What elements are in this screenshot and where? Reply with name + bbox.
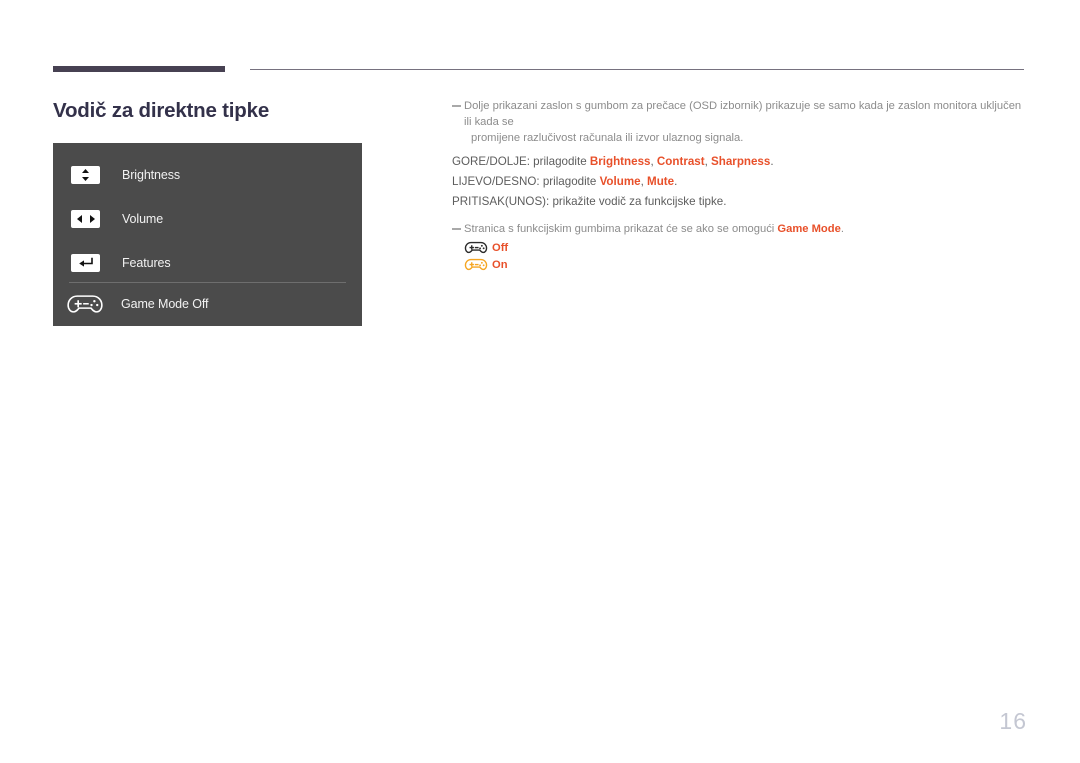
note-osd-visibility: Dolje prikazani zaslon s gumbom za preča… bbox=[452, 98, 1030, 146]
legend-label-on: On bbox=[492, 258, 508, 271]
note-game-mode-before: Stranica s funkcijskim gumbima prikazat … bbox=[464, 223, 778, 235]
instruction-left-right-prefix: LIJEVO/DESNO: prilagodite bbox=[452, 175, 600, 188]
note-game-mode-after: . bbox=[840, 223, 844, 235]
instruction-term-sharpness: Sharpness bbox=[711, 155, 771, 168]
header-rule-thin-line bbox=[250, 69, 1024, 70]
instruction-left-right: LIJEVO/DESNO: prilagodite Volume, Mute. bbox=[452, 172, 1030, 192]
instruction-press-enter: PRITISAK(UNOS): prikažite vodič za funkc… bbox=[452, 195, 727, 208]
note-dash-icon-2 bbox=[452, 228, 461, 230]
osd-label-volume: Volume bbox=[122, 212, 164, 226]
up-down-arrows-key-icon bbox=[71, 166, 100, 184]
instruction-up-down-prefix: GORE/DOLJE: prilagodite bbox=[452, 155, 590, 168]
gamepad-icon bbox=[65, 292, 105, 317]
note-osd-visibility-line2: promijene razlučivost računala ili izvor… bbox=[471, 132, 744, 144]
header-rule-accent-bar bbox=[53, 66, 225, 72]
osd-row-volume[interactable]: Volume bbox=[53, 197, 362, 241]
gamepad-icon-outline-dark bbox=[464, 240, 488, 255]
gamepad-icon-outline-orange bbox=[464, 257, 488, 272]
osd-row-features[interactable]: Features bbox=[53, 241, 362, 285]
instruction-term-mute: Mute bbox=[647, 175, 675, 188]
legend-game-mode-on: On bbox=[464, 256, 1030, 273]
note-game-mode: Stranica s funkcijskim gumbima prikazat … bbox=[452, 221, 1030, 237]
page-title: Vodič za direktne tipke bbox=[53, 99, 270, 122]
notes-column: Dolje prikazani zaslon s gumbom za preča… bbox=[452, 98, 1030, 273]
instruction-term-contrast: Contrast bbox=[656, 155, 705, 168]
instruction-up-down-suffix: . bbox=[770, 155, 774, 168]
note-osd-visibility-line1: Dolje prikazani zaslon s gumbom za preča… bbox=[464, 100, 1022, 128]
legend-game-mode-off: Off bbox=[464, 239, 1030, 256]
osd-label-brightness: Brightness bbox=[122, 168, 181, 182]
legend-label-off: Off bbox=[492, 241, 509, 254]
page-number: 16 bbox=[999, 708, 1027, 734]
enter-key-icon bbox=[71, 254, 100, 272]
instruction-left-right-suffix: . bbox=[674, 175, 678, 188]
note-game-mode-term: Game Mode bbox=[777, 223, 841, 235]
osd-row-game-mode[interactable]: Game Mode Off bbox=[53, 283, 362, 325]
note-dash-icon bbox=[452, 105, 461, 107]
osd-label-features: Features bbox=[122, 256, 171, 270]
instruction-term-volume: Volume bbox=[599, 175, 641, 188]
left-right-arrows-key-icon bbox=[71, 210, 100, 228]
header-rule bbox=[53, 66, 1024, 74]
instruction-term-brightness: Brightness bbox=[589, 155, 651, 168]
osd-shortcut-panel: Brightness Volume Features Game Mode Off bbox=[53, 143, 362, 326]
instruction-up-down: GORE/DOLJE: prilagodite Brightness, Cont… bbox=[452, 152, 1030, 172]
osd-label-game-mode: Game Mode Off bbox=[121, 297, 209, 311]
osd-row-brightness[interactable]: Brightness bbox=[53, 153, 362, 197]
